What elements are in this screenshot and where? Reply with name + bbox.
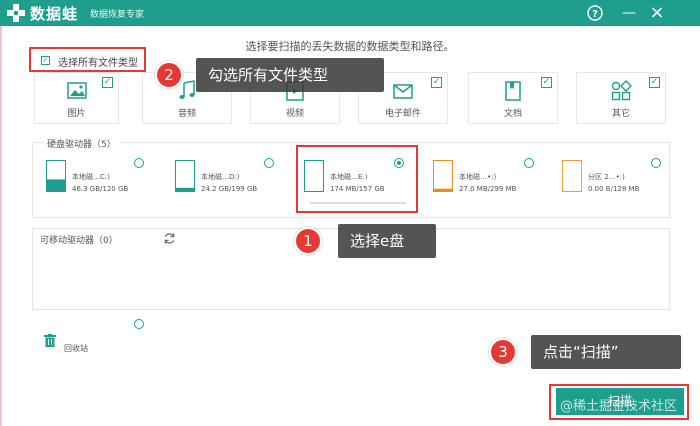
callout-step-1: 选择e盘 xyxy=(338,224,436,258)
drive-item-4[interactable]: 本地磁…•:) 27.0 MB/299 MB xyxy=(433,156,541,208)
watermark: @稀土掘金技术社区 xyxy=(560,399,678,414)
minimize-button[interactable]: — xyxy=(620,4,638,22)
drive-item-c[interactable]: 本地磁…C:) 46.3 GB/120 GB xyxy=(46,156,154,208)
app-subtitle: 数据恢复专家 xyxy=(90,10,145,20)
highlight-frame xyxy=(296,145,418,213)
drive-icon xyxy=(175,160,195,192)
image-icon xyxy=(66,82,87,99)
drive-item-5[interactable]: 分区 2…•:) 0.00 B/128 MB xyxy=(562,156,670,208)
document-icon xyxy=(505,81,521,101)
file-type-label: 其它 xyxy=(611,109,630,119)
question-circle-icon: ? xyxy=(587,5,603,21)
step-badge-1: 1 xyxy=(294,227,322,255)
drive-name: 本地磁…C:) xyxy=(72,173,110,181)
removable-drives-title: 可移动驱动器（0） xyxy=(40,236,118,246)
close-button[interactable]: × xyxy=(648,4,666,22)
checkbox-checked-icon[interactable]: ✓ xyxy=(541,77,552,88)
file-type-document[interactable]: 文档 ✓ xyxy=(468,72,558,124)
drive-icon xyxy=(562,160,582,192)
drive-radio[interactable] xyxy=(524,158,534,168)
drive-name: 本地磁…D:) xyxy=(201,173,240,181)
trash-icon[interactable] xyxy=(44,334,56,347)
app-name: 数据蛙 xyxy=(30,5,79,23)
drive-radio[interactable] xyxy=(264,158,274,168)
envelope-icon xyxy=(393,84,413,99)
app-logo-icon xyxy=(7,4,25,22)
file-type-label: 电子邮件 xyxy=(384,109,421,119)
svg-text:?: ? xyxy=(592,9,598,20)
recycle-bin-radio[interactable] xyxy=(134,319,144,329)
title-bar: 数据蛙 数据恢复专家 ? — × xyxy=(0,0,700,26)
shapes-icon xyxy=(611,80,632,101)
file-type-label: 视频 xyxy=(285,109,304,119)
file-type-label: 图片 xyxy=(67,109,86,119)
file-type-image[interactable]: 图片 ✓ xyxy=(34,72,119,124)
file-type-other[interactable]: 其它 ✓ xyxy=(576,72,666,124)
checkbox-checked-icon[interactable]: ✓ xyxy=(649,77,660,88)
drive-icon xyxy=(433,160,453,192)
drive-icon xyxy=(46,160,66,192)
help-button[interactable]: ? xyxy=(586,4,604,22)
drive-item-d[interactable]: 本地磁…D:) 24.2 GB/199 GB xyxy=(175,156,283,208)
drive-name: 本地磁…•:) xyxy=(459,173,497,181)
checkbox-checked-icon[interactable]: ✓ xyxy=(431,77,442,88)
file-type-label: 音频 xyxy=(177,109,196,119)
drive-size: 46.3 GB/120 GB xyxy=(72,185,129,193)
drive-size: 27.0 MB/299 MB xyxy=(459,185,517,193)
drive-name: 分区 2…•:) xyxy=(588,173,625,181)
window-border xyxy=(0,26,2,426)
close-icon: × xyxy=(649,2,665,23)
drive-radio[interactable] xyxy=(651,158,661,168)
step-badge-3: 3 xyxy=(489,338,517,366)
callout-step-2: 勾选所有文件类型 xyxy=(196,58,384,92)
drive-size: 0.00 B/128 MB xyxy=(588,185,640,193)
drive-radio[interactable] xyxy=(134,158,144,168)
select-all-checkbox[interactable]: ✓ 选择所有文件类型 xyxy=(29,47,146,72)
checkbox-checked-icon[interactable]: ✓ xyxy=(102,77,113,88)
file-type-label: 文档 xyxy=(503,109,522,119)
minimize-icon: — xyxy=(622,5,636,21)
drive-size: 24.2 GB/199 GB xyxy=(201,185,258,193)
recycle-bin-label: 回收站 xyxy=(64,344,88,353)
checkbox-checked-icon: ✓ xyxy=(41,56,50,65)
callout-step-3: 点击“扫描” xyxy=(531,335,681,369)
step-badge-2: 2 xyxy=(155,61,183,89)
select-all-label: 选择所有文件类型 xyxy=(58,58,138,69)
refresh-icon[interactable] xyxy=(163,232,176,245)
hard-drives-title: 硬盘驱动器（5） xyxy=(44,137,119,150)
